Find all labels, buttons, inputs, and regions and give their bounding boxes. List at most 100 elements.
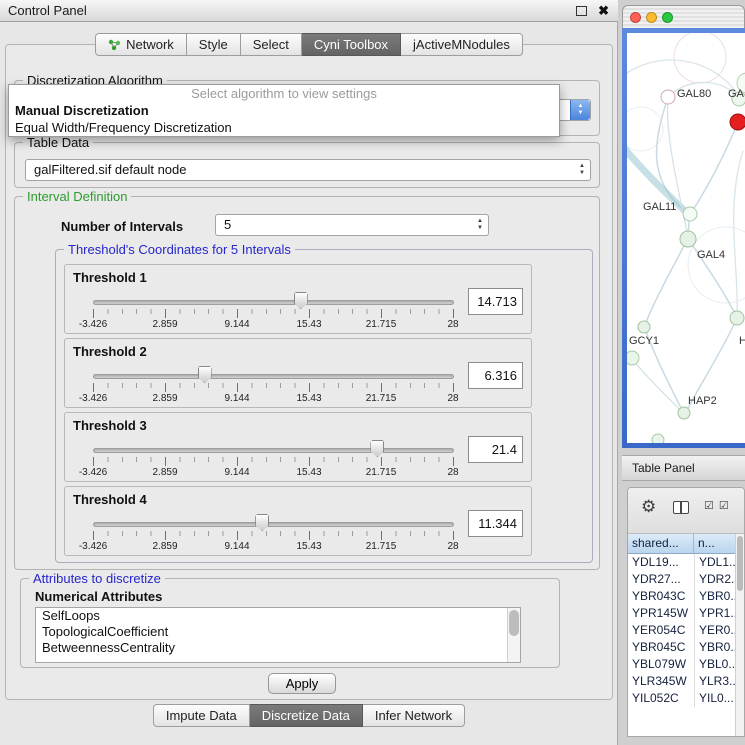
threshold-2-slider-track[interactable] (93, 374, 454, 379)
network-window-titlebar[interactable] (622, 5, 745, 28)
cell-name[interactable]: YER0... (694, 622, 737, 639)
threshold-4-slider-thumb[interactable] (255, 514, 269, 531)
cell-shared-name[interactable]: YER054C (628, 622, 694, 639)
minimize-traffic-light[interactable] (646, 12, 657, 23)
threshold-1-label: Threshold 1 (73, 270, 147, 285)
tick-label: 2.859 (152, 541, 177, 552)
tick-label: 9.144 (224, 541, 249, 552)
popup-prompt-item: Select algorithm to view settings (9, 85, 559, 102)
cell-shared-name[interactable]: YDL19... (628, 554, 694, 571)
cell-name[interactable]: YBR0... (694, 639, 737, 656)
threshold-3-slider-track[interactable] (93, 448, 454, 453)
tab-style[interactable]: Style (187, 33, 241, 56)
cell-shared-name[interactable]: YPR145W (628, 605, 694, 622)
cell-shared-name[interactable]: YLR345W (628, 673, 694, 690)
arrow-up-icon: ▲ (579, 163, 585, 170)
threshold-3-slider-thumb[interactable] (370, 440, 384, 457)
svg-text:HAP2: HAP2 (688, 395, 717, 407)
tab-jactivemnodules[interactable]: jActiveMNodules (401, 33, 523, 56)
column-header-shared-name[interactable]: shared... (628, 534, 694, 554)
table-panel-header[interactable]: Table Panel (622, 455, 745, 481)
bottom-tabbar: Impute Data Discretize Data Infer Networ… (0, 704, 618, 727)
tab-network[interactable]: Network (95, 33, 187, 56)
list-item[interactable]: TopologicalCoefficient (36, 624, 520, 640)
column-header-name[interactable]: n... (694, 534, 737, 554)
attributes-list-scrollbar[interactable] (507, 608, 520, 662)
tab-infer-network[interactable]: Infer Network (363, 704, 465, 727)
table-row[interactable]: YPR145W YPR1... (628, 605, 737, 622)
float-window-icon[interactable] (576, 6, 587, 16)
cell-name[interactable]: YDR2... (694, 571, 737, 588)
slider-tick-labels: -3.4262.8599.14415.4321.71528 (65, 319, 533, 331)
network-canvas[interactable]: GAL80GAGAL11GAL4GCY1HHAP2 (627, 33, 745, 443)
table-scrollbar[interactable] (735, 534, 744, 736)
network-graph[interactable]: GAL80GAGAL11GAL4GCY1HHAP2 (627, 33, 745, 443)
tab-impute-data[interactable]: Impute Data (153, 704, 250, 727)
table-data-combobox[interactable]: galFiltered.sif default node ▲ ▼ (25, 159, 591, 181)
table-row[interactable]: YDL19... YDL1... (628, 554, 737, 571)
algorithm-dropdown-popup: Select algorithm to view settings Manual… (8, 84, 560, 137)
threshold-4-panel: Threshold 4 -3.4262.8599.14415.4321.7152… (64, 486, 532, 556)
cell-name[interactable]: YBR0... (694, 588, 737, 605)
select-columns-checkbox-icons[interactable]: ☑ ☑ (704, 499, 730, 512)
columns-icon[interactable] (673, 501, 689, 514)
number-of-intervals-value: 5 (224, 215, 466, 235)
cell-name[interactable]: YIL0... (694, 690, 737, 707)
slider-tick-labels: -3.4262.8599.14415.4321.71528 (65, 541, 533, 553)
cell-name[interactable]: YBL0... (694, 656, 737, 673)
list-item[interactable]: SelfLoops (36, 608, 520, 624)
gear-icon[interactable]: ⚙ (641, 497, 656, 517)
table-row[interactable]: YBR045C YBR0... (628, 639, 737, 656)
tick-label: 28 (447, 319, 458, 330)
combobox-arrow-button[interactable]: ▲ ▼ (570, 100, 590, 120)
threshold-1-slider-thumb[interactable] (294, 292, 308, 309)
popup-option-manual-discretization[interactable]: Manual Discretization (9, 102, 559, 119)
cell-shared-name[interactable]: YBR043C (628, 588, 694, 605)
threshold-3-value-field[interactable]: 21.4 (468, 436, 523, 463)
tab-style-label: Style (199, 34, 228, 55)
popup-option-equal-width-frequency[interactable]: Equal Width/Frequency Discretization (9, 119, 559, 136)
threshold-3-label: Threshold 3 (73, 418, 147, 433)
scrollbar-thumb[interactable] (509, 610, 519, 636)
table-row[interactable]: YER054C YER0... (628, 622, 737, 639)
apply-button[interactable]: Apply (268, 673, 336, 694)
cell-name[interactable]: YLR3... (694, 673, 737, 690)
attribute-items: SelfLoopsTopologicalCoefficientBetweenne… (36, 608, 520, 656)
tick-label: 21.715 (366, 541, 397, 552)
cell-shared-name[interactable]: YBL079W (628, 656, 694, 673)
arrow-down-icon: ▼ (578, 110, 584, 117)
zoom-traffic-light[interactable] (662, 12, 673, 23)
scrollbar-thumb[interactable] (737, 536, 743, 591)
threshold-1-slider-track[interactable] (93, 300, 454, 305)
tab-discretize-data[interactable]: Discretize Data (250, 704, 363, 727)
numerical-attributes-list[interactable]: SelfLoopsTopologicalCoefficientBetweenne… (35, 607, 521, 663)
cell-shared-name[interactable]: YBR045C (628, 639, 694, 656)
tick-label: -3.426 (79, 319, 107, 330)
number-of-intervals-combobox[interactable]: 5 ▲ ▼ (215, 214, 489, 236)
threshold-1-panel: Threshold 1 -3.4262.8599.14415.4321.7152… (64, 264, 532, 334)
threshold-2-slider-thumb[interactable] (198, 366, 212, 383)
table-row[interactable]: YBL079W YBL0... (628, 656, 737, 673)
threshold-1-value-field[interactable]: 14.713 (468, 288, 523, 315)
arrow-down-icon: ▼ (477, 225, 483, 232)
control-panel-titlebar[interactable]: Control Panel ✖ (0, 0, 618, 22)
table-row[interactable]: YBR043C YBR0... (628, 588, 737, 605)
table-row[interactable]: YDR27... YDR2... (628, 571, 737, 588)
cell-shared-name[interactable]: YDR27... (628, 571, 694, 588)
list-item[interactable]: BetweennessCentrality (36, 640, 520, 656)
close-icon[interactable]: ✖ (598, 2, 609, 20)
table-body: YDL19... YDL1... YDR27... YDR2... YBR043… (628, 554, 737, 736)
cell-name[interactable]: YDL1... (694, 554, 737, 571)
threshold-2-value-field[interactable]: 6.316 (468, 362, 523, 389)
threshold-4-value-field[interactable]: 11.344 (468, 510, 523, 537)
table-row[interactable]: YIL052C YIL0... (628, 690, 737, 707)
tab-cyni-toolbox[interactable]: Cyni Toolbox (302, 33, 401, 56)
tab-select[interactable]: Select (241, 33, 302, 56)
table-panel-title: Table Panel (632, 456, 695, 481)
window-title: Control Panel (8, 0, 87, 22)
cell-name[interactable]: YPR1... (694, 605, 737, 622)
close-traffic-light[interactable] (630, 12, 641, 23)
threshold-4-slider-track[interactable] (93, 522, 454, 527)
cell-shared-name[interactable]: YIL052C (628, 690, 694, 707)
table-row[interactable]: YLR345W YLR3... (628, 673, 737, 690)
